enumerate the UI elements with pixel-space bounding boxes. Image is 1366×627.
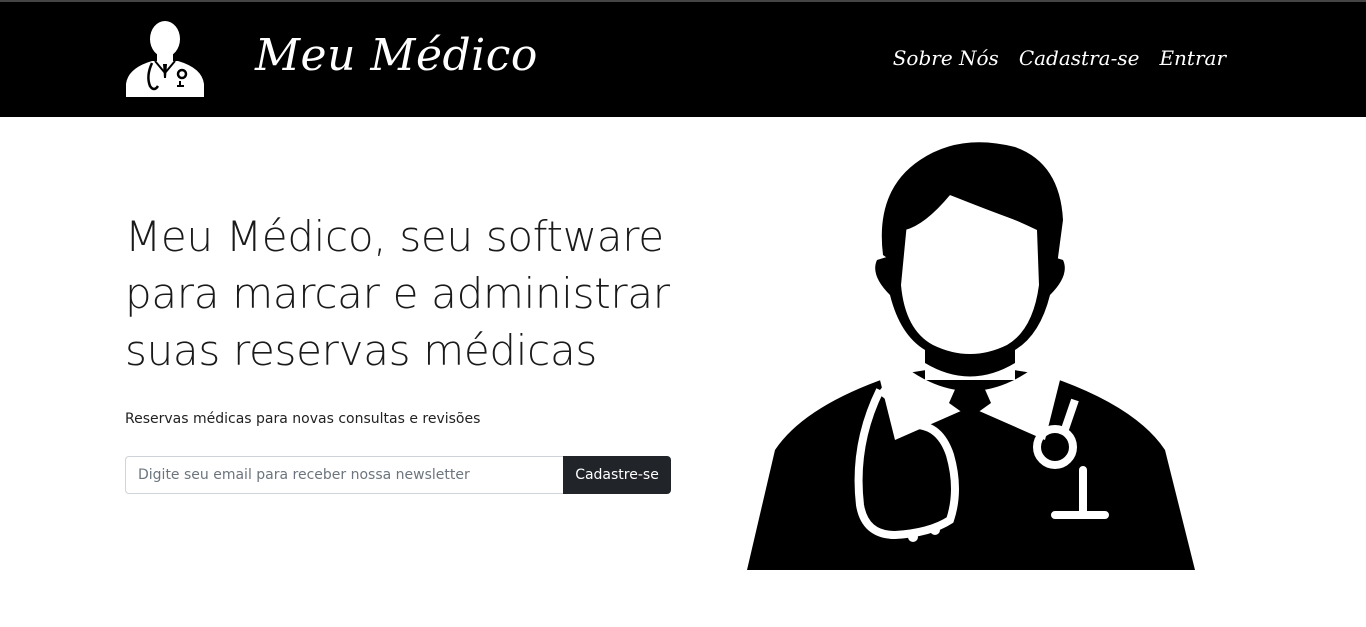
newsletter-subscribe-button[interactable]: Cadastre-se (563, 456, 671, 494)
doctor-avatar-icon (126, 21, 204, 97)
hero-headline: Meu Médico, seu software para marcar e a… (125, 212, 670, 375)
navbar: Meu Médico Sobre Nós Cadastra-se Entrar (0, 2, 1366, 117)
hero-lead: Reservas médicas para novas consultas e … (125, 411, 481, 427)
brand-title[interactable]: Meu Médico (255, 30, 538, 81)
nav-links: Sobre Nós Cadastra-se Entrar (893, 46, 1226, 70)
nav-link-cadastra-se[interactable]: Cadastra-se (1019, 46, 1140, 70)
nav-link-sobre-nos[interactable]: Sobre Nós (893, 46, 999, 70)
doctor-illustration-icon (747, 142, 1195, 570)
newsletter-form: Cadastre-se (125, 456, 671, 494)
newsletter-email-input[interactable] (125, 456, 563, 494)
nav-link-entrar[interactable]: Entrar (1159, 46, 1226, 70)
